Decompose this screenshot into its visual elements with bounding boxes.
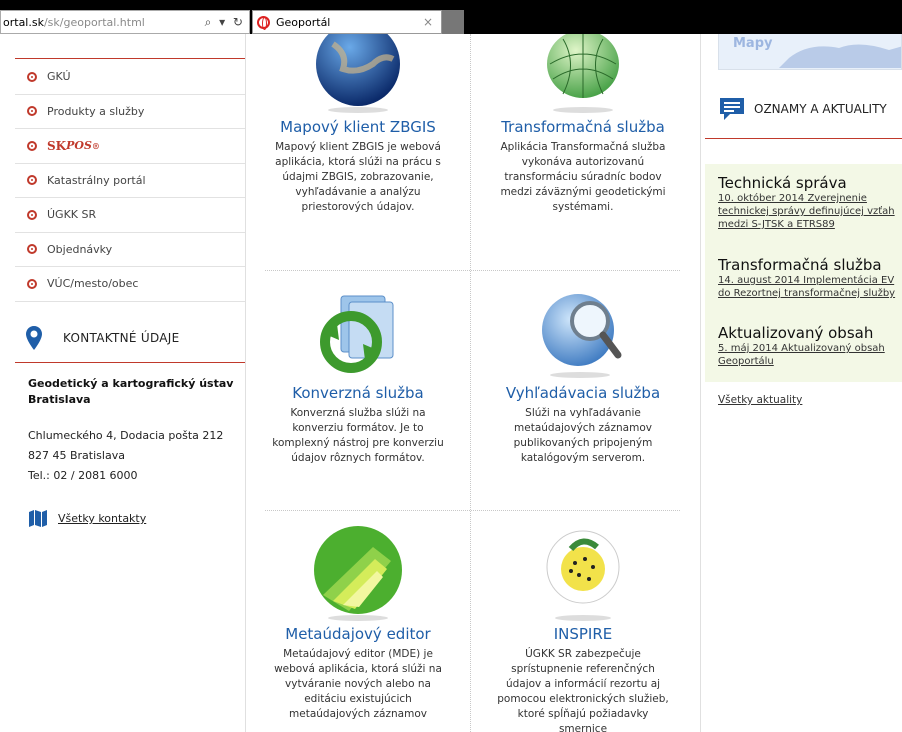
browser-tab[interactable]: Geoportál × xyxy=(252,10,442,34)
bullet-icon xyxy=(27,175,37,186)
divider xyxy=(15,362,245,363)
url-path: /sk/geoportal.html xyxy=(43,15,145,29)
tile-transformacna[interactable]: Transformačná služba Aplikácia Transform… xyxy=(471,30,695,215)
new-tab-button[interactable] xyxy=(442,10,464,34)
convert-icon xyxy=(320,295,394,373)
row-divider xyxy=(265,510,680,511)
map-shape-icon xyxy=(779,44,901,68)
map-banner-label: Mapy xyxy=(733,36,773,51)
news-item[interactable]: Technická správa 10. október 2014 Zverej… xyxy=(718,174,902,231)
tile-title[interactable]: Transformačná služba xyxy=(471,118,695,136)
news-link[interactable]: 14. august 2014 Implementácia EV xyxy=(718,274,902,287)
address-controls[interactable]: ⌕ ▾ ↻ xyxy=(205,15,245,30)
tile-title[interactable]: Konverzná služba xyxy=(246,384,470,402)
tile-zbgis[interactable]: Mapový klient ZBGIS Mapový klient ZBGIS … xyxy=(246,22,470,215)
bullet-icon xyxy=(27,140,37,151)
map-banner[interactable]: Mapy xyxy=(718,34,902,70)
tile-description: Slúži na vyhľadávanie metaúdajových zázn… xyxy=(513,407,653,464)
tile-description: ÚGKK SR zabezpečuje sprístupnenie refere… xyxy=(497,648,669,732)
skpos-logo-reg: ® xyxy=(91,140,100,151)
map-icon xyxy=(29,510,47,527)
news-link[interactable]: 5. máj 2014 Aktualizovaný obsah xyxy=(718,342,902,355)
tile-title[interactable]: Vyhľadávacia služba xyxy=(471,384,695,402)
phone: Tel.: 02 / 2081 6000 xyxy=(28,469,138,482)
sidebar-item-label: Katastrálny portál xyxy=(47,173,146,187)
tile-description: Konverzná služba slúži na konverziu form… xyxy=(272,407,444,464)
news-title[interactable]: Technická správa xyxy=(718,174,902,192)
tile-title[interactable]: Metaúdajový editor xyxy=(246,625,470,643)
globe-icon xyxy=(316,22,400,113)
sidebar-menu: GKÚ Produkty a služby SK POS ® Katastrálny… xyxy=(15,60,245,302)
sidebar-item-vuc[interactable]: VÚC/mesto/obec xyxy=(15,267,245,302)
tile-konverzna[interactable]: Konverzná služba Konverzná služba slúži … xyxy=(246,290,470,466)
sidebar-item-label: ÚGKK SR xyxy=(47,208,97,222)
search-globe-icon xyxy=(542,294,622,378)
contact-heading: KONTAKTNÉ ÚDAJE xyxy=(15,312,245,364)
news-link[interactable]: Geoportálu xyxy=(718,355,902,368)
url-domain: ortal.sk xyxy=(3,15,44,29)
sidebar-item-ugkk[interactable]: ÚGKK SR xyxy=(15,198,245,233)
all-contacts-link[interactable]: Všetky kontakty xyxy=(28,510,146,527)
tile-description: Mapový klient ZBGIS je webová aplikácia,… xyxy=(275,141,441,213)
news-link[interactable]: 10. október 2014 Zverejnenie xyxy=(718,192,902,205)
all-news-link[interactable]: Všetky aktuality xyxy=(718,394,802,406)
tile-description: Aplikácia Transformačná služba vykonáva … xyxy=(500,141,666,213)
location-pin-icon xyxy=(26,326,42,350)
tile-title[interactable]: Mapový klient ZBGIS xyxy=(246,118,470,136)
bullet-icon xyxy=(27,71,37,82)
inspire-logo xyxy=(546,530,620,621)
bullet-icon xyxy=(27,209,37,220)
sidebar-item-label: VÚC/mesto/obec xyxy=(47,277,139,291)
sidebar-item-kataster[interactable]: Katastrálny portál xyxy=(15,164,245,198)
tab-title: Geoportál xyxy=(276,15,331,29)
sidebar-item-skpos[interactable]: SK POS ® xyxy=(15,129,245,164)
tile-title[interactable]: INSPIRE xyxy=(471,625,695,643)
sidebar-item-label: Objednávky xyxy=(47,242,113,256)
divider xyxy=(15,58,245,59)
news-title[interactable]: Transformačná služba xyxy=(718,256,902,274)
address-line: 827 45 Bratislava xyxy=(28,449,125,462)
left-sidebar: GKÚ Produkty a služby SK POS ® Katastrálny… xyxy=(0,34,245,732)
address-bar[interactable]: ortal.sk/sk/geoportal.html ⌕ ▾ ↻ xyxy=(0,10,250,34)
tile-vyhladavacia[interactable]: Vyhľadávacia služba Slúži na vyhľadávani… xyxy=(471,285,695,466)
close-icon[interactable]: × xyxy=(423,15,433,29)
news-link[interactable]: do Rezortnej transformačnej služby xyxy=(718,287,902,300)
row-divider xyxy=(265,270,680,271)
news-link[interactable]: technickej správy definujúcej vzťah xyxy=(718,205,902,218)
all-contacts-label: Všetky kontakty xyxy=(58,512,147,525)
org-name: Geodetický a kartografický ústav Bratisl… xyxy=(28,377,234,406)
globe-icon xyxy=(257,15,270,30)
address-line: Chlumeckého 4, Dodacia pošta 212 xyxy=(28,429,224,442)
tile-inspire[interactable]: INSPIRE ÚGKK SR zabezpečuje sprístupneni… xyxy=(471,525,695,732)
sidebar-item-produkty[interactable]: Produkty a služby xyxy=(15,95,245,129)
sidebar-item-label: Produkty a služby xyxy=(47,104,145,118)
sidebar-item-label: GKÚ xyxy=(47,70,71,84)
news-heading-label: OZNAMY A AKTUALITY xyxy=(754,102,887,116)
news-item[interactable]: Transformačná služba 14. august 2014 Imp… xyxy=(718,256,902,300)
tile-metaudajovy-editor[interactable]: Metaúdajový editor Metaúdajový editor (M… xyxy=(246,525,470,722)
news-item[interactable]: Aktualizovaný obsah 5. máj 2014 Aktualiz… xyxy=(718,324,902,368)
right-column: Mapy OZNAMY A AKTUALITY Technická správa… xyxy=(705,34,902,732)
bullet-icon xyxy=(27,278,37,289)
transform-globe-icon xyxy=(547,30,619,113)
divider xyxy=(705,138,902,139)
bullet-icon xyxy=(27,106,37,117)
column-divider xyxy=(700,34,701,732)
editor-icon xyxy=(314,526,402,621)
tile-description: Metaúdajový editor (MDE) je webová aplik… xyxy=(274,648,442,720)
news-link[interactable]: medzi S-JTSK a ETRS89 xyxy=(718,218,902,231)
skpos-logo-sk: SK xyxy=(47,138,67,153)
chat-bubble-icon xyxy=(720,98,744,120)
contact-heading-label: KONTAKTNÉ ÚDAJE xyxy=(63,331,180,345)
address-block: Chlumeckého 4, Dodacia pošta 212 827 45 … xyxy=(28,426,238,486)
news-title[interactable]: Aktualizovaný obsah xyxy=(718,324,902,342)
sidebar-item-objednavky[interactable]: Objednávky xyxy=(15,233,245,267)
bullet-icon xyxy=(27,244,37,255)
news-heading: OZNAMY A AKTUALITY xyxy=(718,96,887,122)
sidebar-item-gku[interactable]: GKÚ xyxy=(15,60,245,95)
skpos-logo-pos: POS xyxy=(66,139,92,153)
